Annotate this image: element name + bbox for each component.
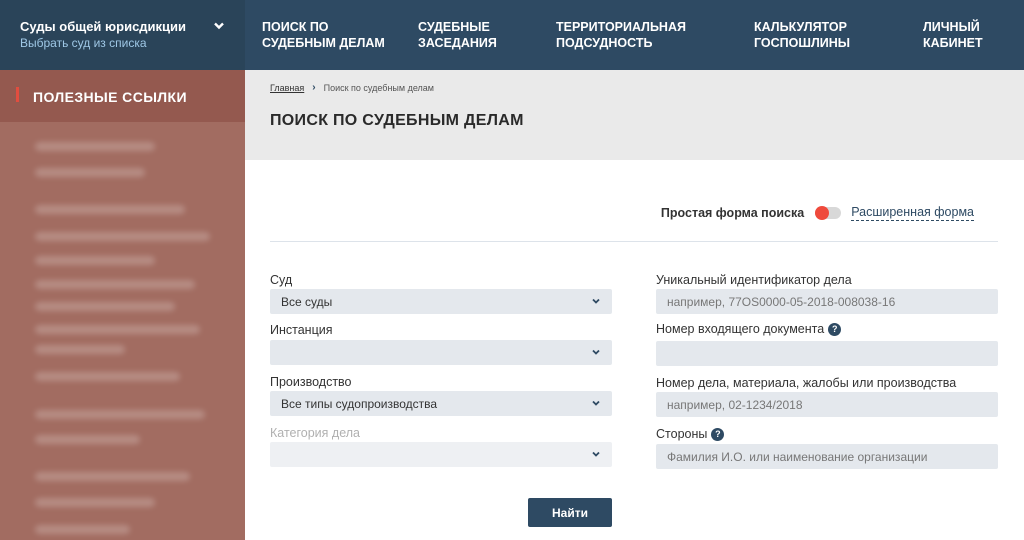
- case-number-input[interactable]: [656, 392, 998, 417]
- help-icon[interactable]: ?: [711, 427, 725, 441]
- proceeding-label: Производство: [270, 375, 352, 389]
- case-number-label: Номер дела, материала, жалобы или произв…: [656, 376, 957, 390]
- page-title: Поиск по судебным делам: [270, 112, 524, 129]
- nav-label: подсудность: [556, 36, 653, 50]
- simple-form-label[interactable]: Простая форма поиска: [661, 206, 804, 220]
- nav-fee-calculator[interactable]: Калькулятор госпошлины: [754, 19, 850, 51]
- court-select[interactable]: Все суды: [270, 289, 612, 314]
- parties-label: Стороны: [656, 427, 708, 441]
- chevron-down-icon: [592, 298, 600, 304]
- search-mode-toggle[interactable]: [815, 206, 842, 220]
- blurred-link: [35, 325, 200, 334]
- proceeding-select[interactable]: Все типы судопроизводства: [270, 391, 612, 416]
- category-label: Категория дела: [270, 426, 360, 440]
- blurred-link: [35, 232, 210, 241]
- blurred-link: [35, 256, 155, 265]
- chevron-down-icon: [592, 451, 600, 457]
- nav-case-search[interactable]: Поиск по судебным делам: [262, 19, 385, 51]
- blurred-link: [35, 372, 180, 381]
- incoming-doc-label-row: Номер входящего документа ?: [656, 322, 842, 336]
- nav-label: Поиск по: [262, 20, 329, 34]
- category-select[interactable]: [270, 442, 612, 467]
- nav-label: кабинет: [923, 36, 983, 50]
- sidebar: ПОЛЕЗНЫЕ ССЫЛКИ: [0, 70, 245, 540]
- incoming-doc-label: Номер входящего документа: [656, 322, 825, 336]
- instance-select[interactable]: [270, 340, 612, 365]
- blurred-link: [35, 410, 205, 419]
- uid-input[interactable]: [656, 289, 998, 314]
- nav-label: судебным делам: [262, 36, 385, 50]
- blurred-link: [35, 472, 190, 481]
- nav-label: госпошлины: [754, 36, 850, 50]
- sidebar-header: ПОЛЕЗНЫЕ ССЫЛКИ: [0, 70, 245, 122]
- blurred-link: [35, 168, 145, 177]
- parties-label-row: Стороны ?: [656, 427, 725, 441]
- proceeding-select-value: Все типы судопроизводства: [281, 397, 438, 411]
- nav-label: Калькулятор: [754, 20, 847, 34]
- nav-jurisdiction[interactable]: Территориальная подсудность: [556, 19, 686, 51]
- advanced-form-link[interactable]: Расширенная форма: [851, 205, 974, 221]
- blurred-link: [35, 302, 175, 311]
- nav-label: Личный: [923, 20, 980, 34]
- nav-label: заседания: [418, 36, 497, 50]
- help-icon[interactable]: ?: [828, 322, 842, 336]
- sidebar-title: ПОЛЕЗНЫЕ ССЫЛКИ: [33, 89, 187, 105]
- breadcrumb-current: Поиск по судебным делам: [323, 82, 434, 93]
- court-label: Суд: [270, 273, 293, 287]
- instance-label: Инстанция: [270, 323, 333, 337]
- sidebar-marker: [16, 87, 19, 102]
- uid-label: Уникальный идентификатор дела: [656, 273, 852, 287]
- nav-label: Судебные: [418, 20, 490, 34]
- parties-input[interactable]: [656, 444, 998, 469]
- blurred-link: [35, 498, 155, 507]
- breadcrumb-home-link[interactable]: Главная: [270, 83, 304, 93]
- court-select-value: Все суды: [281, 295, 333, 309]
- incoming-doc-input[interactable]: [656, 341, 998, 366]
- page-header: Главная › Поиск по судебным делам Поиск …: [245, 70, 1024, 160]
- blurred-link: [35, 280, 195, 289]
- search-mode-switch: Простая форма поиска Расширенная форма: [661, 205, 974, 221]
- blurred-link: [35, 142, 155, 151]
- court-selector-subtitle: Выбрать суд из списка: [20, 36, 147, 50]
- chevron-down-icon: [214, 22, 224, 30]
- blurred-link: [35, 205, 185, 214]
- nav-court-sessions[interactable]: Судебные заседания: [418, 19, 497, 51]
- court-selector[interactable]: Суды общей юрисдикции Выбрать суд из спи…: [0, 0, 245, 70]
- toggle-knob: [815, 206, 830, 220]
- blurred-link: [35, 435, 140, 444]
- nav-personal-account[interactable]: Личный кабинет: [923, 19, 983, 51]
- top-navigation-bar: Суды общей юрисдикции Выбрать суд из спи…: [0, 0, 1024, 70]
- chevron-down-icon: [592, 349, 600, 355]
- nav-label: Территориальная: [556, 20, 686, 34]
- chevron-down-icon: [592, 400, 600, 406]
- blurred-link: [35, 345, 125, 354]
- find-button[interactable]: Найти: [528, 498, 612, 527]
- main-content: Главная › Поиск по судебным делам Поиск …: [245, 70, 1024, 540]
- breadcrumb: Главная › Поиск по судебным делам: [270, 82, 1024, 93]
- blurred-link: [35, 525, 130, 534]
- breadcrumb-chevron-icon: ›: [312, 82, 316, 93]
- court-selector-title: Суды общей юрисдикции: [20, 19, 187, 34]
- divider: [270, 241, 998, 242]
